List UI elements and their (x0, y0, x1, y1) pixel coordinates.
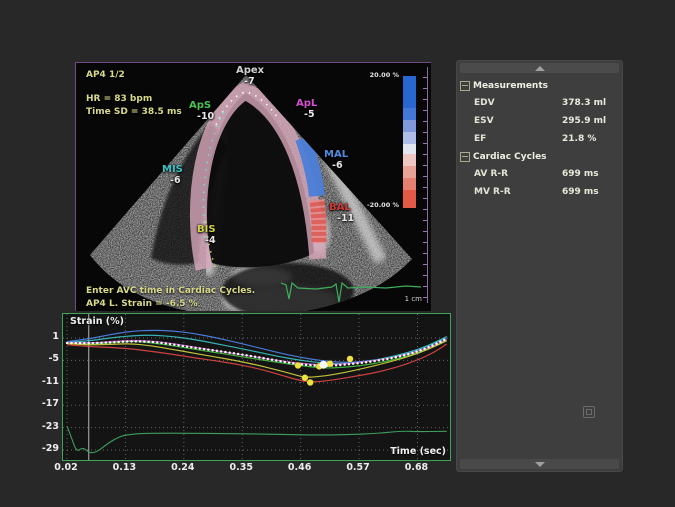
colorbar-segment (403, 178, 416, 190)
section-header[interactable]: Measurements (457, 77, 622, 94)
measurement-label: MV R-R (474, 187, 562, 197)
measurement-row: AV R-R699 ms (457, 165, 622, 183)
measurement-value: 378.3 ml (562, 98, 606, 108)
ultrasound-image: AP4 1/2 HR = 83 bpm Time SD = 38.5 ms En… (75, 62, 431, 311)
x-axis-tick: 0.24 (168, 462, 198, 473)
segment-label-mis: MIS-6 (162, 164, 183, 186)
segment-label-bis: BIS-4 (197, 224, 216, 246)
strain-chart: Strain (%) Time (sec) (62, 313, 451, 461)
colorbar-segment (403, 144, 416, 154)
segment-label-aps: ApS-10 (189, 100, 214, 122)
panel-corner-icon[interactable] (583, 406, 595, 418)
measurement-value: 295.9 ml (562, 116, 606, 126)
colorbar-segment (403, 154, 416, 166)
global-strain-value: AP4 L. Strain = -6.5 % (86, 298, 198, 310)
collapse-icon[interactable] (460, 81, 470, 91)
status-message: Enter AVC time in Cardiac Cycles. (86, 285, 255, 297)
segment-label-apex: Apex-7 (236, 65, 264, 87)
measurement-value: 699 ms (562, 187, 599, 197)
measurement-row: EDV378.3 ml (457, 94, 622, 112)
y-axis-tick: -23 (30, 421, 59, 432)
peak-strain-marker (347, 356, 353, 362)
section-title: Measurements (473, 81, 548, 91)
y-axis-tick: -11 (30, 376, 59, 387)
scroll-up-button[interactable] (460, 63, 619, 73)
measurement-row: EF21.8 % (457, 130, 622, 148)
strain-curve-aps (67, 341, 447, 368)
y-axis-tick: -5 (30, 353, 59, 364)
segment-label-bal: BAL-11 (329, 202, 354, 224)
peak-strain-marker (307, 379, 313, 385)
application-window: AP4 1/2 HR = 83 bpm Time SD = 38.5 ms En… (0, 0, 675, 507)
measurement-value: 699 ms (562, 169, 599, 179)
measurement-value: 21.8 % (562, 134, 596, 144)
x-axis-tick: 0.13 (109, 462, 139, 473)
colorbar-segment (403, 190, 416, 208)
heart-rate-label: HR = 83 bpm (86, 93, 152, 105)
x-axis-tick: 0.02 (51, 462, 81, 473)
measurement-label: AV R-R (474, 169, 562, 179)
section-title: Cardiac Cycles (473, 152, 547, 162)
colorbar-min-label: -20.00 % (354, 201, 399, 209)
colorbar-segment (403, 132, 416, 144)
peak-strain-marker (302, 375, 308, 381)
colorbar-segment (403, 120, 416, 132)
collapse-icon[interactable] (460, 152, 470, 162)
peak-strain-marker (295, 362, 301, 368)
y-axis-tick: 1 (30, 331, 59, 342)
scroll-down-button[interactable] (460, 459, 619, 469)
depth-ruler (427, 67, 428, 303)
avc-marker (319, 361, 327, 369)
x-axis-tick: 0.35 (226, 462, 256, 473)
panel-sections: MeasurementsEDV378.3 mlESV295.9 mlEF21.8… (457, 77, 622, 201)
chart-title: Strain (%) (70, 316, 124, 327)
colorbar-max-label: 20.00 % (354, 71, 399, 79)
colorbar-segment (403, 166, 416, 178)
peak-strain-marker (327, 361, 333, 367)
chevron-up-icon (535, 66, 545, 71)
section-header[interactable]: Cardiac Cycles (457, 148, 622, 165)
y-axis-tick: -29 (30, 443, 59, 454)
colorbar-segment (403, 108, 416, 120)
measurement-row: ESV295.9 ml (457, 112, 622, 130)
measurements-panel: MeasurementsEDV378.3 mlESV295.9 mlEF21.8… (456, 60, 623, 472)
x-axis-tick: 0.57 (343, 462, 373, 473)
view-label: AP4 1/2 (86, 69, 125, 81)
strain-colorbar (403, 76, 416, 208)
strain-chart-plot (63, 314, 450, 460)
scale-label: 1 cm (392, 295, 422, 303)
x-axis-tick: 0.68 (401, 462, 431, 473)
y-axis-tick: -17 (30, 398, 59, 409)
measurement-row: MV R-R699 ms (457, 183, 622, 201)
measurement-label: EF (474, 134, 562, 144)
time-sd-label: Time SD = 38.5 ms (86, 106, 182, 118)
x-axis-tick: 0.46 (285, 462, 315, 473)
chart-x-axis-label: Time (sec) (390, 446, 446, 457)
colorbar-segment (403, 76, 416, 108)
segment-label-apl: ApL-5 (296, 98, 317, 120)
chevron-down-icon (535, 462, 545, 467)
strain-curve-bal (67, 344, 447, 382)
measurement-label: ESV (474, 116, 562, 126)
measurement-label: EDV (474, 98, 562, 108)
segment-label-mal: MAL-6 (324, 149, 348, 171)
